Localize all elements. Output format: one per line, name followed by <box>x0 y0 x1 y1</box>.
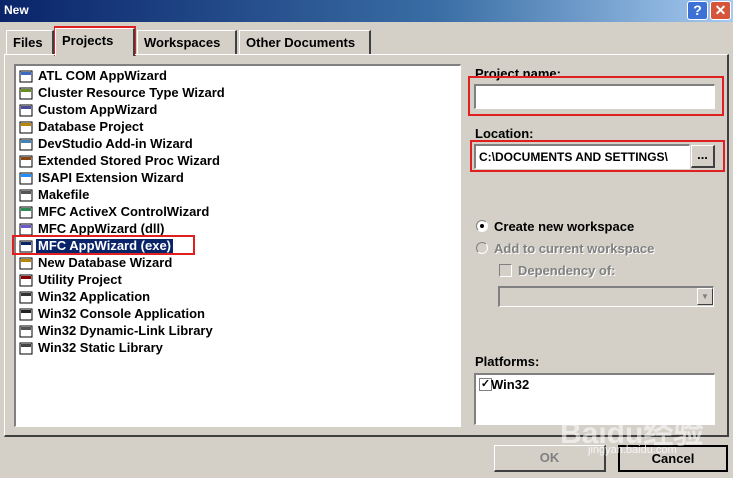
list-item[interactable]: MFC AppWizard (exe) <box>18 238 458 255</box>
list-item-label: MFC AppWizard (dll) <box>38 221 165 236</box>
list-item-label: Utility Project <box>38 272 122 287</box>
list-item[interactable]: Custom AppWizard <box>18 102 458 119</box>
tab-projects[interactable]: Projects <box>55 28 135 56</box>
list-item[interactable]: Win32 Application <box>18 289 458 306</box>
list-item[interactable]: Makefile <box>18 187 458 204</box>
list-item[interactable]: Win32 Static Library <box>18 340 458 357</box>
static-lib-icon <box>19 341 34 356</box>
create-workspace-label: Create new workspace <box>494 219 635 234</box>
ok-button[interactable]: OK <box>494 445 606 472</box>
create-workspace-radio[interactable] <box>476 220 488 232</box>
addin-icon <box>19 137 34 152</box>
list-item-label: Win32 Dynamic-Link Library <box>38 323 213 338</box>
list-item-label: ISAPI Extension Wizard <box>38 170 184 185</box>
location-label: Location: <box>475 126 534 141</box>
list-item-label: Win32 Static Library <box>38 340 163 355</box>
list-item[interactable]: DevStudio Add-in Wizard <box>18 136 458 153</box>
list-item-label: MFC AppWizard (exe) <box>36 238 174 253</box>
list-item[interactable]: Win32 Console Application <box>18 306 458 323</box>
tab-other-documents[interactable]: Other Documents <box>239 30 371 55</box>
tab-workspaces[interactable]: Workspaces <box>137 30 237 55</box>
list-item[interactable]: ATL COM AppWizard <box>18 68 458 85</box>
list-item-label: Win32 Console Application <box>38 306 205 321</box>
platforms-list[interactable]: ✓ Win32 <box>474 373 715 425</box>
project-name-label: Project name: <box>475 66 561 81</box>
dll-icon <box>19 324 34 339</box>
list-item[interactable]: Database Project <box>18 119 458 136</box>
list-item-label: Cluster Resource Type Wizard <box>38 85 225 100</box>
list-item[interactable]: New Database Wizard <box>18 255 458 272</box>
list-item-label: Custom AppWizard <box>38 102 158 117</box>
project-name-input[interactable] <box>474 84 715 109</box>
globe-icon <box>19 171 34 186</box>
utility-icon <box>19 273 34 288</box>
window-title: New <box>4 3 29 17</box>
tab-files[interactable]: Files <box>6 30 54 55</box>
close-button[interactable]: ✕ <box>710 1 731 20</box>
list-item[interactable]: MFC ActiveX ControlWizard <box>18 204 458 221</box>
list-item-label: Extended Stored Proc Wizard <box>38 153 220 168</box>
location-input[interactable]: C:\DOCUMENTS AND SETTINGS\ <box>474 144 690 169</box>
list-item-label: Makefile <box>38 187 90 202</box>
add-workspace-label: Add to current workspace <box>494 241 655 256</box>
list-item-label: ATL COM AppWizard <box>38 68 167 83</box>
list-item-label: Database Project <box>38 119 144 134</box>
mfc-exe-icon <box>19 239 34 254</box>
title-bar: New ? ✕ <box>0 0 733 22</box>
browse-location-button[interactable]: ... <box>691 145 715 168</box>
win32-app-icon <box>19 290 34 305</box>
dependency-checkbox[interactable] <box>499 264 512 277</box>
custom-wizard-icon <box>19 103 34 118</box>
atl-com-icon <box>19 69 34 84</box>
makefile-icon <box>19 188 34 203</box>
list-item-label: Win32 Application <box>38 289 151 304</box>
cluster-icon <box>19 86 34 101</box>
platforms-label: Platforms: <box>475 354 540 369</box>
list-item[interactable]: Utility Project <box>18 272 458 289</box>
stored-proc-icon <box>19 154 34 169</box>
list-item[interactable]: MFC AppWizard (dll) <box>18 221 458 238</box>
list-item-label: DevStudio Add-in Wizard <box>38 136 193 151</box>
mfc-dll-icon <box>19 222 34 237</box>
new-database-icon <box>19 256 34 271</box>
chevron-down-icon[interactable]: ▼ <box>697 288 713 305</box>
list-item[interactable]: Extended Stored Proc Wizard <box>18 153 458 170</box>
list-item[interactable]: Win32 Dynamic-Link Library <box>18 323 458 340</box>
win32-label: Win32 <box>491 377 530 392</box>
help-button[interactable]: ? <box>687 1 708 20</box>
project-type-list[interactable]: ATL COM AppWizard Cluster Resource Type W… <box>14 64 461 427</box>
list-item[interactable]: Cluster Resource Type Wizard <box>18 85 458 102</box>
list-item-label: MFC ActiveX ControlWizard <box>38 204 210 219</box>
dependency-label: Dependency of: <box>518 263 616 278</box>
cancel-button[interactable]: Cancel <box>618 445 728 472</box>
list-item[interactable]: ISAPI Extension Wizard <box>18 170 458 187</box>
add-workspace-radio[interactable] <box>476 242 488 254</box>
dependency-select[interactable]: ▼ <box>498 286 714 307</box>
database-icon <box>19 120 34 135</box>
activex-icon <box>19 205 34 220</box>
console-icon <box>19 307 34 322</box>
list-item-label: New Database Wizard <box>38 255 173 270</box>
